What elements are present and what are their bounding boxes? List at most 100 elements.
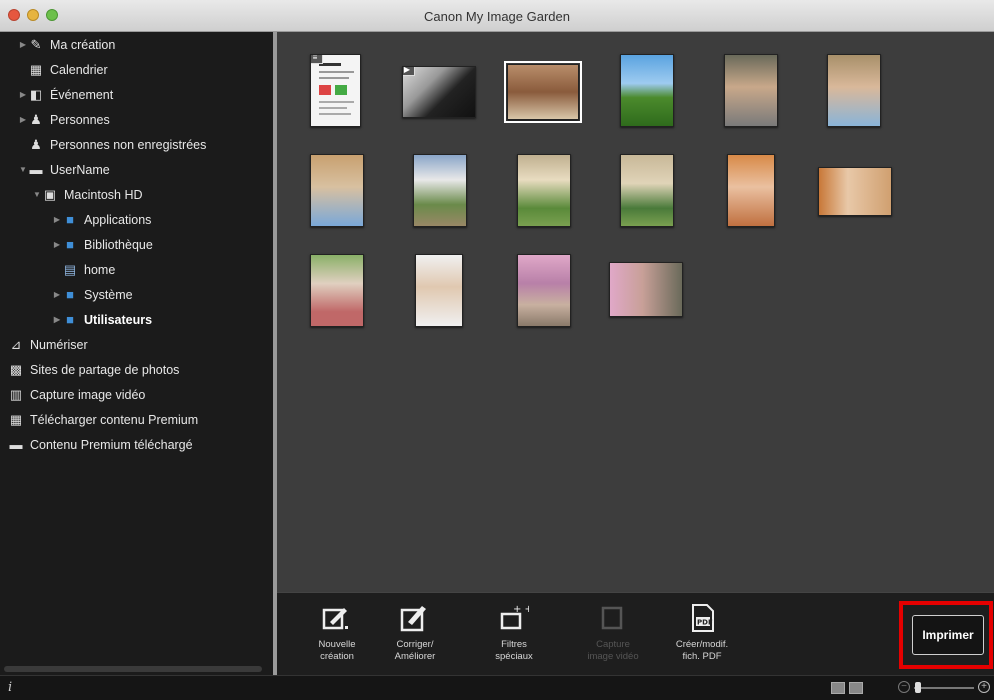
scan-icon: ⊿ — [10, 336, 22, 352]
special-filters-icon: + + — [497, 601, 531, 635]
download-premium-icon: ▦ — [9, 411, 23, 427]
disclosure-triangle-icon[interactable]: ▶ — [52, 215, 62, 224]
sidebar-item-label: Calendrier — [50, 62, 108, 77]
sidebar-item-label: Ma création — [50, 37, 116, 52]
folder-icon: ■ — [66, 287, 74, 302]
sidebar-item-home[interactable]: ▤ home — [0, 257, 273, 282]
svg-text:PDF: PDF — [697, 619, 713, 627]
event-icon: ◧ — [29, 86, 43, 102]
thumbnail-item[interactable]: ≡ — [310, 54, 361, 127]
my-art-icon: ✎ — [30, 36, 42, 52]
create-edit-pdf-button[interactable]: PDF Créer/modif. fich. PDF — [662, 601, 742, 663]
sidebar-item-username[interactable]: ▼ ▬ UserName — [0, 157, 273, 182]
sidebar-item-label: Système — [84, 287, 133, 302]
sidebar-scrollbar[interactable] — [4, 666, 262, 672]
thumbnail-area: ≡ ▶ — [277, 32, 994, 592]
thumbnail-item[interactable] — [827, 54, 881, 127]
zoom-slider-handle[interactable] — [915, 682, 921, 693]
document-badge-icon: ≡ — [311, 55, 323, 64]
sidebar-item-event[interactable]: ▶ ◧ Événement — [0, 82, 273, 107]
sidebar-item-downloaded-premium[interactable]: ▬ Contenu Premium téléchargé — [0, 432, 273, 457]
sidebar-item-library[interactable]: ▶ ■ Bibliothèque — [0, 232, 273, 257]
sidebar-item-label: Personnes non enregistrées — [50, 137, 207, 152]
zoom-in-icon[interactable]: + — [978, 681, 990, 693]
thumbnail-item[interactable] — [727, 154, 775, 227]
sidebar-item-users[interactable]: ▶ ■ Utilisateurs — [0, 307, 273, 332]
sidebar-item-photo-sharing[interactable]: ▩ Sites de partage de photos — [0, 357, 273, 382]
thumbnail-item[interactable] — [620, 154, 674, 227]
sidebar-item-download-premium[interactable]: ▦ Télécharger contenu Premium — [0, 407, 273, 432]
calendar-icon: ▦ — [29, 61, 43, 77]
thumbnail-item[interactable] — [504, 61, 582, 123]
new-art-label: Nouvelle création — [318, 639, 356, 662]
thumbnail-item[interactable] — [724, 54, 778, 127]
sidebar-item-label: Applications — [84, 212, 152, 227]
sidebar-item-label: Télécharger contenu Premium — [30, 412, 199, 427]
special-filters-label: Filtres spéciaux — [495, 639, 533, 662]
disclosure-triangle-icon[interactable]: ▶ — [18, 90, 28, 99]
thumbnail-item[interactable] — [310, 254, 364, 327]
document-thumbnail — [319, 63, 354, 115]
thumbnail-item[interactable] — [517, 254, 571, 327]
sidebar-item-label: Utilisateurs — [84, 312, 153, 327]
video-capture-button[interactable]: Capture image vidéo — [573, 601, 653, 663]
sidebar-item-my-art[interactable]: ▶ ✎ Ma création — [0, 32, 273, 57]
hard-drive-icon: ▣ — [43, 186, 57, 202]
sidebar-item-label: Contenu Premium téléchargé — [30, 437, 193, 452]
special-filters-button[interactable]: + + Filtres spéciaux — [474, 601, 554, 663]
status-bar: i − + — [0, 675, 994, 700]
sidebar-item-macintosh-hd[interactable]: ▼ ▣ Macintosh HD — [0, 182, 273, 207]
disclosure-triangle-open-icon[interactable]: ▼ — [32, 190, 42, 199]
disclosure-triangle-icon[interactable]: ▶ — [18, 40, 28, 49]
sidebar-item-video-capture[interactable]: ▥ Capture image vidéo — [0, 382, 273, 407]
sidebar-item-unregistered-people[interactable]: ♟ Personnes non enregistrées — [0, 132, 273, 157]
video-capture-label: Capture image vidéo — [587, 639, 639, 662]
folder-icon: ■ — [66, 312, 74, 327]
video-capture-icon: ▥ — [9, 386, 23, 402]
thumbnail-item[interactable] — [818, 167, 892, 216]
print-button[interactable]: Imprimer — [912, 615, 984, 655]
sidebar-item-people[interactable]: ▶ ♟ Personnes — [0, 107, 273, 132]
sidebar-item-label: Macintosh HD — [64, 187, 143, 202]
grid-view-icon[interactable] — [831, 682, 845, 694]
sidebar-item-label: UserName — [50, 162, 110, 177]
thumbnail-item[interactable] — [620, 54, 674, 127]
correct-enhance-label: Corriger/ Améliorer — [394, 639, 436, 662]
sidebar-item-label: Personnes — [50, 112, 110, 127]
photo-sharing-icon: ▩ — [9, 361, 23, 377]
svg-text:+ +: + + — [513, 604, 529, 615]
downloaded-premium-icon: ▬ — [9, 437, 23, 452]
sidebar-item-applications[interactable]: ▶ ■ Applications — [0, 207, 273, 232]
sidebar-item-system[interactable]: ▶ ■ Système — [0, 282, 273, 307]
thumbnail-item[interactable] — [415, 254, 463, 327]
sidebar-item-scan[interactable]: ⊿ Numériser — [0, 332, 273, 357]
thumbnail-item[interactable] — [517, 154, 571, 227]
info-icon[interactable]: i — [8, 680, 12, 695]
zoom-slider-track[interactable] — [914, 687, 974, 689]
thumbnail-item[interactable] — [609, 262, 683, 317]
pdf-icon: PDF — [685, 601, 719, 635]
sidebar-item-label: Sites de partage de photos — [30, 362, 180, 377]
computer-icon: ▬ — [29, 162, 43, 177]
detail-view-icon[interactable] — [849, 682, 863, 694]
sidebar-item-calendar[interactable]: ▦ Calendrier — [0, 57, 273, 82]
disclosure-triangle-icon[interactable]: ▶ — [18, 115, 28, 124]
sidebar-item-label: Numériser — [30, 337, 88, 352]
thumbnail-item[interactable]: ▶ — [402, 66, 476, 118]
new-art-icon — [320, 601, 354, 635]
correct-enhance-button[interactable]: Corriger/ Améliorer — [375, 601, 455, 663]
title-bar: Canon My Image Garden — [0, 0, 994, 32]
disclosure-triangle-icon[interactable]: ▶ — [52, 315, 62, 324]
zoom-out-icon[interactable]: − — [898, 681, 910, 693]
view-toggle — [831, 682, 863, 694]
disclosure-triangle-icon[interactable]: ▶ — [52, 240, 62, 249]
thumbnail-item[interactable] — [413, 154, 467, 227]
disclosure-triangle-open-icon[interactable]: ▼ — [18, 165, 28, 174]
folder-icon: ■ — [66, 212, 74, 227]
new-art-button[interactable]: Nouvelle création — [297, 601, 377, 663]
thumbnail-item[interactable] — [310, 154, 364, 227]
folder-icon: ■ — [66, 237, 74, 252]
disclosure-triangle-icon[interactable]: ▶ — [52, 290, 62, 299]
sidebar-item-label: home — [84, 262, 116, 277]
sidebar: ▶ ✎ Ma création ▦ Calendrier ▶ ◧ Événeme… — [0, 32, 273, 675]
